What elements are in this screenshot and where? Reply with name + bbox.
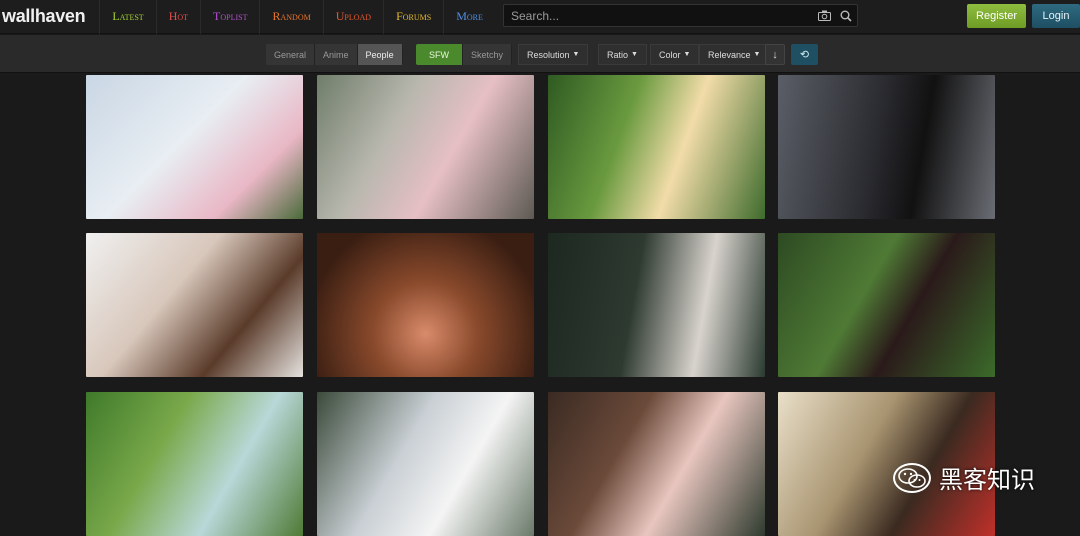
category-toggle: General Anime People [266,44,403,65]
wallpaper-thumbnail[interactable] [317,75,534,219]
purity-toggle: SFW Sketchy [416,44,513,65]
caret-down-icon: ▼ [631,51,638,58]
nav-upload[interactable]: Upload [322,0,383,34]
wallpaper-thumbnail[interactable] [778,75,995,219]
nav-latest[interactable]: Latest [99,0,155,34]
nav-more[interactable]: More [443,0,495,34]
wallpaper-thumbnail[interactable] [86,75,303,219]
watermark-text: 黑客知识 [939,466,1035,494]
wallpaper-thumbnail[interactable] [548,392,765,536]
sorting-label: Relevance [708,49,751,60]
category-anime[interactable]: Anime [315,44,358,65]
ratio-dropdown[interactable]: Ratio ▼ [598,44,647,65]
nav-forums[interactable]: Forums [383,0,443,34]
wallpaper-thumbnail[interactable] [86,392,303,536]
site-logo[interactable]: wallhaven [0,6,99,27]
ratio-label: Ratio [607,49,629,60]
wallpaper-thumbnail[interactable] [317,233,534,377]
search-input[interactable] [504,8,813,23]
register-button[interactable]: Register [967,4,1026,28]
caret-down-icon: ▼ [683,51,691,58]
refresh-icon: ⟲ [799,49,810,61]
color-label: Color [659,49,681,60]
category-people[interactable]: People [357,44,403,65]
purity-sfw[interactable]: SFW [416,44,463,65]
search-icon[interactable] [835,5,857,27]
nav-toplist[interactable]: Toplist [200,0,259,34]
wallpaper-thumbnail[interactable] [548,75,765,219]
camera-icon[interactable] [813,5,835,27]
login-button[interactable]: Login [1032,4,1080,28]
wechat-watermark: 黑客知识 [893,460,1035,495]
search-box [503,4,858,27]
resolution-dropdown[interactable]: Resolution ▼ [518,44,589,65]
top-bar: wallhaven Latest Hot Toplist Random Uplo… [0,0,1080,34]
sorting-dropdown[interactable]: Relevance ▼ [699,44,770,65]
nav-hot[interactable]: Hot [155,0,200,34]
category-general[interactable]: General [266,44,316,65]
wallpaper-thumbnail[interactable] [778,233,995,377]
nav-random[interactable]: Random [259,0,322,34]
sort-order-button[interactable]: ↓ [765,44,785,65]
wallpaper-thumbnail[interactable] [86,233,303,377]
caret-down-icon: ▼ [753,51,761,58]
caret-down-icon: ▼ [572,51,580,58]
wallpaper-thumbnail[interactable] [317,392,534,536]
filter-bar: General Anime People SFW Sketchy Resolut… [0,35,1080,73]
wechat-icon [893,462,931,493]
color-dropdown[interactable]: Color ▼ [650,44,700,65]
wallpaper-thumbnail[interactable] [548,233,765,377]
purity-sketchy[interactable]: Sketchy [463,44,513,65]
arrow-down-icon: ↓ [772,48,778,61]
resolution-label: Resolution [527,49,570,60]
refresh-button[interactable]: ⟲ [791,44,818,65]
